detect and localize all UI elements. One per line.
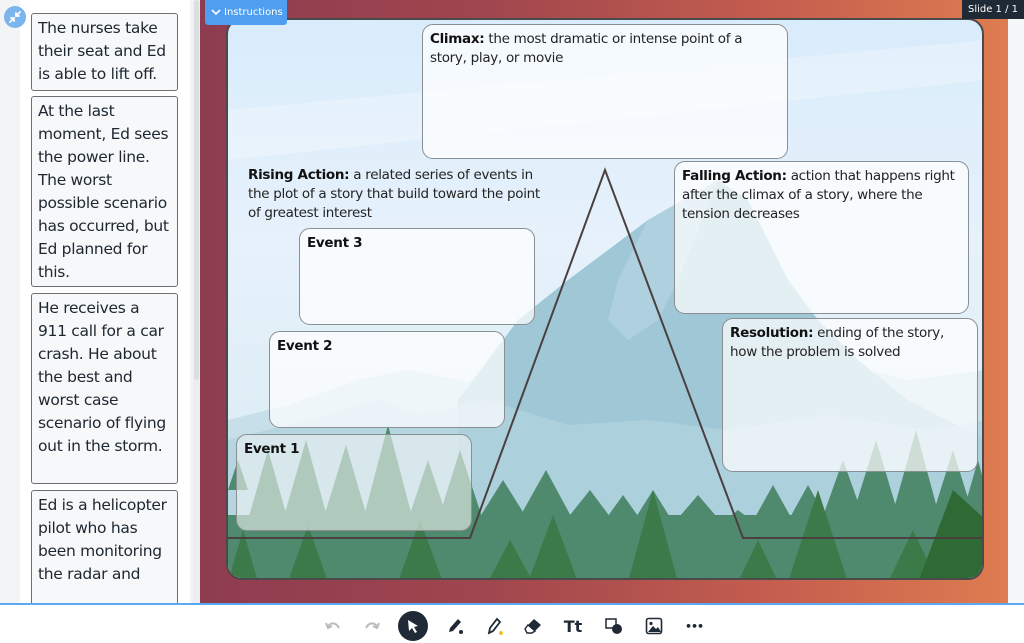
sidebar-card[interactable]: He receives a 911 call for a car crash. … [31, 293, 178, 484]
sidebar-card[interactable]: At the last moment, Ed sees the power li… [31, 96, 178, 287]
event-1-box[interactable]: Event 1 [236, 434, 472, 531]
rising-action-term: Rising Action: [248, 167, 350, 183]
select-tool-button[interactable] [398, 611, 428, 641]
eraser-tool-button[interactable] [519, 611, 549, 641]
more-icon: ••• [684, 619, 704, 633]
sidebar: The nurses take their seat and Ed is abl… [0, 0, 200, 603]
undo-button[interactable] [318, 611, 348, 641]
highlighter-icon [487, 617, 503, 635]
event-3-box[interactable]: Event 3 [299, 228, 535, 325]
climax-box[interactable]: Climax: the most dramatic or intense poi… [422, 24, 788, 159]
undo-icon [325, 622, 340, 630]
instructions-toggle[interactable]: Instructions [205, 0, 287, 25]
slide-background: Climax: the most dramatic or intense poi… [226, 18, 984, 580]
collapse-sidebar-button[interactable] [4, 6, 26, 28]
pen-tool-button[interactable] [440, 611, 470, 641]
falling-action-term: Falling Action: [682, 168, 787, 184]
card-text: At the last moment, Ed sees the power li… [38, 102, 169, 281]
event-2-box[interactable]: Event 2 [269, 331, 505, 428]
card-text: The nurses take their seat and Ed is abl… [38, 19, 166, 83]
redo-icon [365, 622, 380, 630]
rising-action-label: Rising Action: a related series of event… [248, 166, 548, 223]
event-3-label: Event 3 [307, 235, 363, 251]
redo-button[interactable] [357, 611, 387, 641]
app-root: The nurses take their seat and Ed is abl… [0, 0, 1024, 643]
shapes-tool-button[interactable] [599, 611, 629, 641]
event-2-label: Event 2 [277, 338, 333, 354]
right-gutter [1008, 19, 1024, 603]
resolution-term: Resolution: [730, 325, 814, 341]
text-tool-button[interactable]: Tt [558, 611, 588, 641]
image-tool-button[interactable] [639, 611, 669, 641]
slide-counter: Slide 1 / 1 [962, 0, 1024, 19]
event-1-label: Event 1 [244, 441, 300, 457]
cursor-icon [408, 620, 418, 633]
sidebar-card[interactable]: The nurses take their seat and Ed is abl… [31, 13, 178, 91]
highlighter-tool-button[interactable] [480, 611, 510, 641]
image-icon [645, 617, 663, 635]
annotation-toolbar: Tt ••• [0, 603, 1024, 643]
falling-action-box[interactable]: Falling Action: action that happens righ… [674, 161, 969, 314]
collapse-arrows-icon [9, 11, 21, 23]
card-text: Ed is a helicopter pilot who has been mo… [38, 496, 167, 583]
climax-term: Climax: [430, 31, 485, 47]
text-icon: Tt [563, 616, 583, 636]
chevron-down-icon [211, 9, 221, 16]
sidebar-scroll-thumb[interactable] [194, 0, 199, 380]
sidebar-card[interactable]: Ed is a helicopter pilot who has been mo… [31, 490, 178, 603]
more-tools-button[interactable]: ••• [679, 611, 709, 641]
resolution-box[interactable]: Resolution: ending of the story, how the… [722, 318, 978, 472]
eraser-icon [524, 619, 541, 634]
shapes-icon [605, 618, 622, 634]
instructions-label: Instructions [224, 7, 283, 18]
slide-canvas[interactable]: Climax: the most dramatic or intense poi… [200, 0, 1024, 603]
card-text: He receives a 911 call for a car crash. … [38, 299, 166, 455]
pen-icon [449, 619, 463, 634]
